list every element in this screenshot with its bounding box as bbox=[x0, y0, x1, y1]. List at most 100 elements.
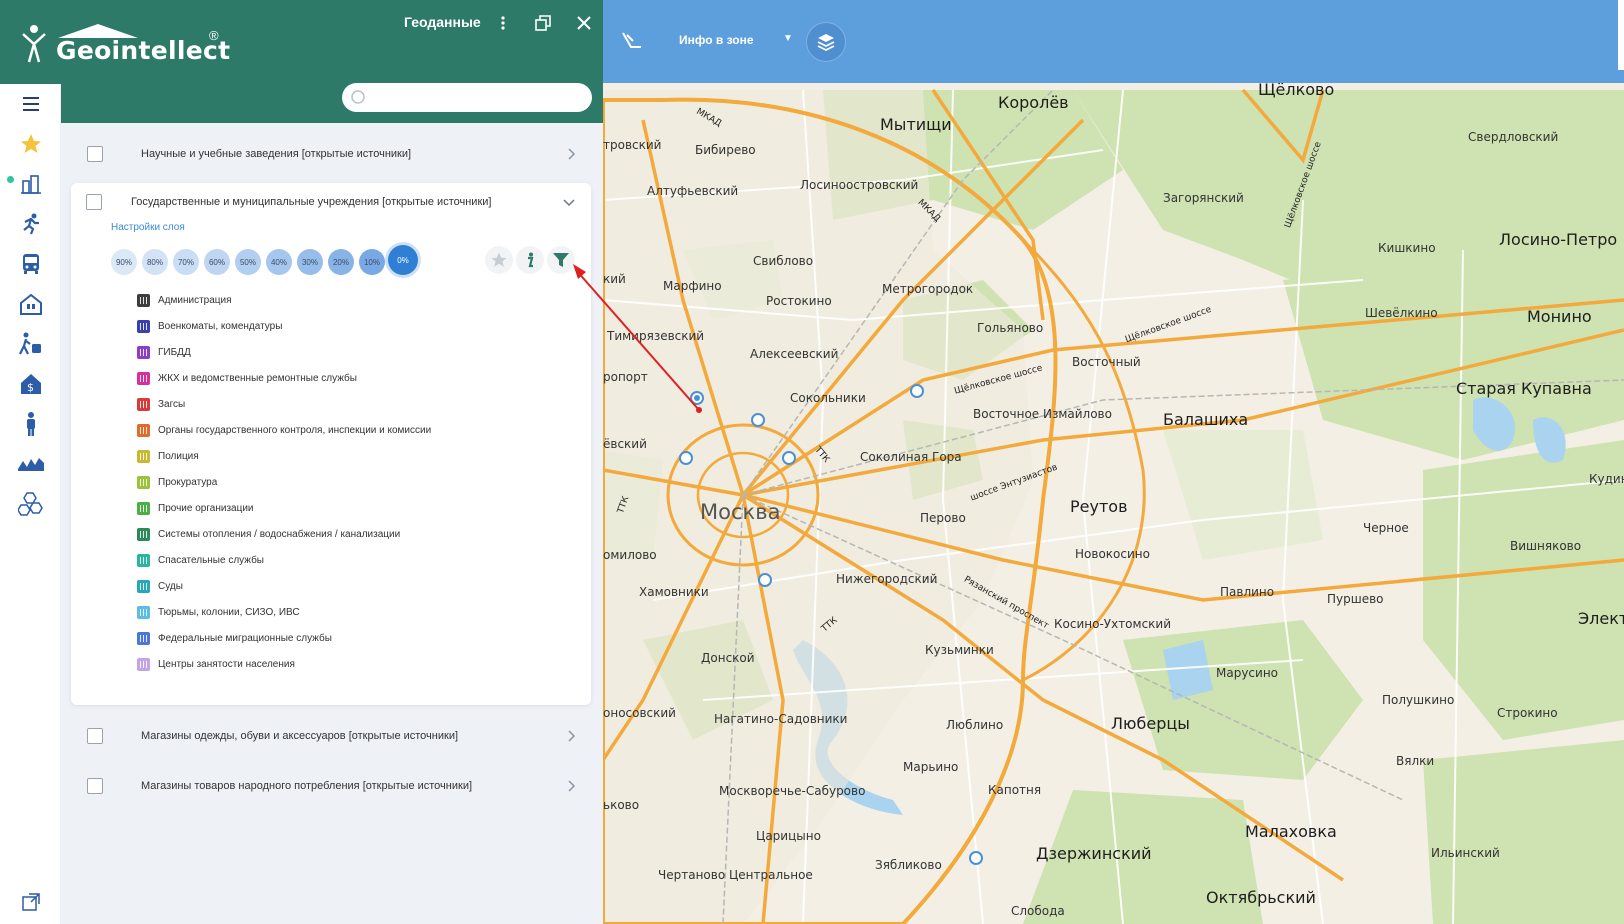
category-item[interactable]: ГИБДД bbox=[137, 344, 191, 360]
opacity-option[interactable]: 70% bbox=[173, 249, 199, 275]
category-item[interactable]: ЖКХ и ведомственные ремонтные службы bbox=[137, 370, 357, 386]
logo-figure-icon bbox=[22, 25, 46, 63]
opacity-option[interactable]: 60% bbox=[204, 249, 230, 275]
map-label: Марусино bbox=[1216, 666, 1279, 680]
chevron-right-icon[interactable] bbox=[565, 780, 577, 792]
map-label: Королёв bbox=[998, 93, 1069, 112]
logo: Geointellect ® bbox=[18, 18, 238, 68]
house-icon[interactable] bbox=[16, 289, 46, 319]
map-label: Новокосино bbox=[1075, 547, 1150, 561]
category-building-icon bbox=[137, 475, 150, 489]
map-label: Ростокино bbox=[766, 294, 832, 308]
star-icon[interactable] bbox=[16, 129, 46, 159]
chevron-down-icon[interactable] bbox=[563, 196, 575, 208]
category-label: Центры занятости населения bbox=[158, 658, 295, 670]
map-label: Москворечье-Сабурово bbox=[719, 784, 866, 798]
category-item[interactable]: Прочие организации bbox=[137, 500, 254, 516]
layer-checkbox[interactable] bbox=[86, 194, 102, 210]
bus-icon[interactable] bbox=[16, 249, 46, 279]
map-label: Строкино bbox=[1497, 706, 1558, 720]
map-label: Монино bbox=[1527, 307, 1592, 326]
active-indicator bbox=[7, 176, 14, 183]
layers-button[interactable] bbox=[806, 22, 846, 62]
map-label: Бибирево bbox=[695, 143, 756, 157]
filter-icon bbox=[553, 253, 569, 267]
category-item[interactable]: Администрация bbox=[137, 292, 232, 308]
favorite-star-button[interactable] bbox=[485, 246, 513, 274]
search-input[interactable] bbox=[372, 87, 582, 108]
panel-header: Geointellect ® Геоданные bbox=[0, 0, 603, 123]
category-item[interactable]: Системы отопления / водоснабжения / кана… bbox=[137, 526, 400, 542]
map-toolbar: Инфо в зоне ▼ bbox=[603, 0, 1624, 83]
opacity-option[interactable]: 80% bbox=[142, 249, 168, 275]
opacity-option[interactable]: 20% bbox=[328, 249, 354, 275]
more-options-icon[interactable] bbox=[490, 10, 516, 36]
category-label: Тюрьмы, колонии, СИЗО, ИВС bbox=[158, 606, 300, 618]
category-label: ЖКХ и ведомственные ремонтные службы bbox=[158, 372, 357, 384]
restore-window-icon[interactable] bbox=[530, 10, 556, 36]
layer-checkbox[interactable] bbox=[87, 778, 103, 794]
map-label: Алексеевский bbox=[750, 347, 839, 361]
map-label: Чертаново Центральное bbox=[658, 868, 813, 882]
category-item[interactable]: Центры занятости населения bbox=[137, 656, 295, 672]
opacity-option[interactable]: 40% bbox=[266, 249, 292, 275]
chevron-right-icon[interactable] bbox=[565, 730, 577, 742]
opacity-option[interactable]: 90% bbox=[111, 249, 137, 275]
map-view[interactable]: Королёв Щёлково Мытищи Свердловский Биби… bbox=[603, 0, 1624, 924]
category-item[interactable]: Прокуратура bbox=[137, 474, 217, 490]
sport-runner-icon[interactable] bbox=[16, 209, 46, 239]
category-label: Военкоматы, комендатуры bbox=[158, 320, 283, 332]
category-item[interactable]: Федеральные миграционные службы bbox=[137, 630, 332, 646]
map-label: Малаховка bbox=[1245, 822, 1337, 841]
menu-icon[interactable] bbox=[16, 89, 46, 119]
map-label: Капотня bbox=[988, 783, 1042, 797]
category-label: Суды bbox=[158, 580, 183, 592]
person-icon[interactable] bbox=[16, 409, 46, 439]
map-label: Вялки bbox=[1396, 754, 1435, 768]
category-item[interactable]: Органы государственного контроля, инспек… bbox=[137, 422, 431, 438]
info-in-zone-button[interactable]: Инфо в зоне bbox=[679, 33, 754, 47]
measure-tool-icon[interactable] bbox=[619, 27, 645, 53]
map-label: Метрогородок bbox=[882, 282, 974, 296]
search-box[interactable] bbox=[342, 83, 592, 112]
layer-checkbox[interactable] bbox=[87, 146, 103, 162]
category-item[interactable]: Военкоматы, комендатуры bbox=[137, 318, 282, 334]
layer-name: Научные и учебные заведения [открытые ис… bbox=[141, 148, 412, 160]
map-label: тровский bbox=[603, 138, 662, 152]
close-icon[interactable] bbox=[571, 10, 597, 36]
layer-checkbox[interactable] bbox=[87, 728, 103, 744]
chevron-right-icon[interactable] bbox=[565, 148, 577, 160]
map-label: Черное bbox=[1363, 521, 1409, 535]
external-window-icon[interactable] bbox=[16, 887, 46, 917]
waves-icon[interactable] bbox=[16, 449, 46, 479]
hexagons-icon[interactable] bbox=[16, 489, 46, 519]
category-building-icon bbox=[137, 527, 150, 541]
map-label: Ильинский bbox=[1431, 846, 1500, 860]
opacity-option[interactable]: 30% bbox=[297, 249, 323, 275]
map-label: Старая Купавна bbox=[1456, 379, 1592, 398]
layer-row[interactable]: Научные и учебные заведения [открытые ис… bbox=[71, 132, 591, 176]
app-root: Королёв Щёлково Мытищи Свердловский Биби… bbox=[0, 0, 1624, 924]
layer-row[interactable]: Магазины одежды, обуви и аксессуаров [от… bbox=[71, 714, 591, 758]
opacity-option-selected[interactable]: 0% bbox=[388, 245, 418, 275]
category-building-icon bbox=[137, 345, 150, 359]
info-button[interactable] bbox=[516, 246, 544, 274]
filter-button[interactable] bbox=[547, 246, 575, 274]
info-zone-dropdown-icon[interactable]: ▼ bbox=[783, 33, 793, 44]
category-item[interactable]: Спасательные службы bbox=[137, 552, 264, 568]
map-label: Перово bbox=[920, 511, 966, 525]
opacity-option[interactable]: 10% bbox=[359, 249, 385, 275]
opacity-option[interactable]: 50% bbox=[235, 249, 261, 275]
layer-settings-link[interactable]: Настройки слоя bbox=[111, 222, 185, 233]
money-house-icon[interactable]: $ bbox=[16, 369, 46, 399]
category-item[interactable]: Полиция bbox=[137, 448, 199, 464]
category-item[interactable]: Загсы bbox=[137, 396, 185, 412]
right-edge-panel bbox=[1618, 0, 1624, 70]
category-item[interactable]: Суды bbox=[137, 578, 183, 594]
category-item[interactable]: Тюрьмы, колонии, СИЗО, ИВС bbox=[137, 604, 300, 620]
map-label: оносовский bbox=[603, 706, 676, 720]
map-label: Донской bbox=[701, 651, 755, 665]
city-buildings-icon[interactable] bbox=[16, 169, 46, 199]
walker-icon[interactable] bbox=[16, 329, 46, 359]
layer-row[interactable]: Магазины товаров народного потребления [… bbox=[71, 764, 591, 808]
